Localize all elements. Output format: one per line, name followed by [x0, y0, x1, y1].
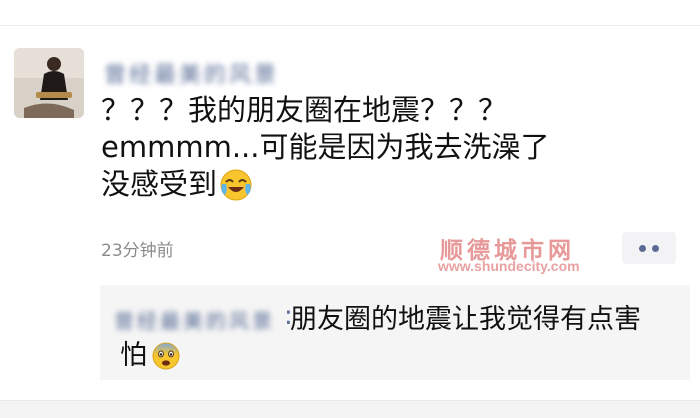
avatar[interactable]: [14, 48, 84, 118]
dot-icon: [652, 244, 659, 252]
fearful-face-icon: [151, 341, 181, 381]
face-with-tears-of-joy-icon: [219, 168, 253, 211]
dot-icon: [639, 244, 646, 252]
more-actions-button[interactable]: [622, 232, 676, 264]
comment-box: 曾经最美的风景 : 朋友圈的地震让我觉得有点害 怕: [100, 285, 690, 380]
post-author-name[interactable]: 曾经最美的风景: [104, 55, 289, 85]
comment-text: 朋友圈的地震让我觉得有点害: [290, 304, 641, 335]
post-text: ？？？我的朋友圈在地震？？？ emmmm...可能是因为我去洗澡了 没感受到: [101, 93, 550, 201]
comment-text-line2: 怕: [120, 338, 181, 381]
post-timestamp: 23分钟前: [101, 241, 174, 261]
bottom-divider: [0, 400, 700, 418]
watermark-url: www.shundecity.com: [438, 258, 580, 274]
post-content: ？？？我的朋友圈在地震？？？ emmmm...可能是因为我去洗澡了 没感受到: [101, 92, 641, 211]
top-divider: [0, 25, 700, 26]
comment-author-name[interactable]: 曾经最美的风景: [114, 305, 284, 331]
